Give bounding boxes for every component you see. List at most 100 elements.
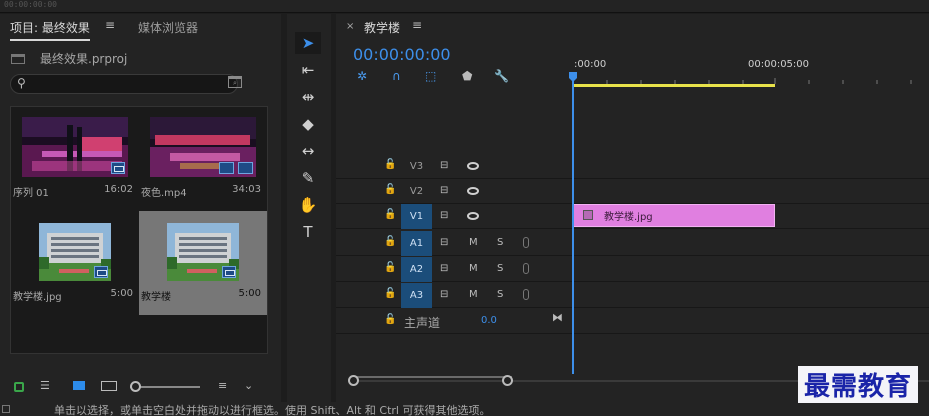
tab-media-browser[interactable]: 媒体浏览器 — [138, 19, 198, 36]
media-item-night-mp4[interactable]: 夜色.mp4 34:03 — [139, 107, 267, 211]
icon-view-icon[interactable] — [73, 381, 85, 390]
nest-icon[interactable]: ✲ — [357, 69, 367, 83]
eye-icon[interactable] — [467, 162, 479, 170]
hand-tool-icon[interactable]: ✋ — [295, 194, 321, 216]
lock-icon[interactable]: 🔓 — [384, 288, 396, 300]
eye-icon[interactable] — [467, 212, 479, 220]
track-header: 🔓 A3 ⊟ M S — [336, 283, 572, 308]
source-timecode: 00:00:00:00 — [4, 0, 57, 9]
master-volume-value[interactable]: 0.0 — [481, 315, 497, 326]
list-view-icon[interactable]: ☰ — [40, 379, 50, 392]
thumbnail — [167, 223, 239, 281]
wrench-icon[interactable]: 🔧 — [494, 69, 509, 83]
media-item-name: 教学楼.jpg — [13, 292, 62, 303]
folder-icon — [11, 54, 25, 64]
close-icon[interactable]: × — [346, 21, 354, 32]
mute-button[interactable]: M — [469, 237, 478, 248]
linked-selection-icon[interactable]: ⬚ — [425, 69, 436, 83]
freeform-view-icon[interactable] — [101, 381, 117, 391]
microphone-icon[interactable] — [523, 237, 529, 248]
find-icon[interactable]: ⌕ — [228, 76, 242, 88]
track-label-v3[interactable]: V3 — [401, 154, 432, 179]
work-area-bar[interactable] — [573, 84, 775, 87]
media-item-duration: 16:02 — [104, 184, 133, 195]
track-row-a3: 🔓 A3 ⊟ M S — [336, 283, 929, 308]
media-item-duration: 5:00 — [110, 288, 133, 299]
solo-button[interactable]: S — [497, 237, 503, 248]
slip-tool-icon[interactable]: ↔ — [295, 140, 321, 162]
razor-tool-icon[interactable]: ◆ — [295, 113, 321, 135]
track-row-a1: 🔓 A1 ⊟ M S — [336, 231, 929, 256]
sort-icon[interactable]: ≡ — [218, 379, 227, 392]
lock-icon[interactable]: 🔓 — [384, 314, 396, 326]
type-tool-icon[interactable]: T — [295, 221, 321, 243]
lock-icon[interactable]: 🔓 — [384, 184, 396, 196]
tools-panel: ➤ ⇤ ⇹ ◆ ↔ ✎ ✋ T — [287, 14, 331, 402]
watermark-logo: 最需教育 — [798, 366, 919, 403]
eye-icon[interactable] — [467, 187, 479, 195]
track-label-v2[interactable]: V2 — [401, 179, 432, 204]
scroll-end-handle[interactable] — [502, 375, 513, 386]
mute-button[interactable]: M — [469, 263, 478, 274]
playhead-line[interactable] — [572, 72, 574, 374]
lock-icon[interactable]: 🔓 — [384, 209, 396, 221]
scroll-start-handle[interactable] — [348, 375, 359, 386]
track-header: 🔓 A2 ⊟ M S — [336, 257, 572, 282]
zoom-slider-handle[interactable] — [130, 381, 141, 392]
sync-lock-icon[interactable]: ⊟ — [440, 160, 448, 171]
chevron-down-icon[interactable]: ⌄ — [244, 379, 253, 392]
microphone-icon[interactable] — [523, 263, 529, 274]
sync-lock-icon[interactable]: ⊟ — [440, 185, 448, 196]
media-item-name: 夜色.mp4 — [141, 188, 187, 199]
search-input[interactable]: ⚲ — [10, 74, 238, 94]
marker-icon[interactable]: ⬟ — [462, 69, 472, 83]
selection-tool-icon[interactable]: ➤ — [295, 32, 321, 54]
track-label-v1[interactable]: V1 — [401, 204, 432, 229]
tab-project[interactable]: 项目: 最终效果 — [10, 19, 90, 41]
fx-badge-icon — [583, 210, 593, 220]
track-row-v3: 🔓 V3 ⊟ — [336, 154, 929, 179]
solo-button[interactable]: S — [497, 263, 503, 274]
lock-icon[interactable]: 🔓 — [384, 236, 396, 248]
panel-menu-icon[interactable]: ≡ — [105, 18, 115, 32]
track-row-master: 🔓 主声道 0.0 ⧓ — [336, 309, 929, 334]
track-row-a2: 🔓 A2 ⊟ M S — [336, 257, 929, 282]
scrollbar-thumb[interactable] — [352, 376, 512, 386]
media-item-building-jpg[interactable]: 教学楼.jpg 5:00 — [11, 211, 139, 315]
lock-icon[interactable] — [14, 382, 24, 392]
sync-lock-icon[interactable]: ⊟ — [440, 210, 448, 221]
project-panel: 项目: 最终效果 ≡ 媒体浏览器 最终效果.prproj ⚲ ⌕ 序列 01 1… — [0, 14, 281, 402]
track-row-v2: 🔓 V2 ⊟ — [336, 179, 929, 204]
timeline-panel: × 教学楼 ≡ 00:00:00:00 ✲ ∩ ⬚ ⬟ 🔧 :00:00 00:… — [336, 14, 929, 402]
ripple-edit-tool-icon[interactable]: ⇹ — [295, 86, 321, 108]
pen-tool-icon[interactable]: ✎ — [295, 167, 321, 189]
track-header: 🔓 主声道 0.0 ⧓ — [336, 309, 572, 334]
track-label-a2[interactable]: A2 — [401, 257, 432, 282]
timeline-clip[interactable]: 教学楼.jpg — [573, 204, 775, 227]
playhead-timecode[interactable]: 00:00:00:00 — [353, 45, 451, 64]
clip-name: 教学楼.jpg — [604, 212, 653, 223]
mute-button[interactable]: M — [469, 289, 478, 300]
sync-lock-icon[interactable]: ⊟ — [440, 237, 448, 248]
project-file-name: 最终效果.prproj — [40, 52, 128, 66]
solo-button[interactable]: S — [497, 289, 503, 300]
tab-sequence[interactable]: 教学楼 — [364, 19, 400, 36]
microphone-icon[interactable] — [523, 289, 529, 300]
panel-menu-icon[interactable]: ≡ — [412, 18, 422, 32]
lock-icon[interactable]: 🔓 — [384, 159, 396, 171]
track-label-a1[interactable]: A1 — [401, 231, 432, 256]
lock-icon[interactable]: 🔓 — [384, 262, 396, 274]
media-item-name: 序列 01 — [13, 188, 49, 199]
track-select-tool-icon[interactable]: ⇤ — [295, 59, 321, 81]
media-item-duration: 5:00 — [238, 288, 261, 299]
snap-icon[interactable]: ∩ — [392, 69, 401, 83]
go-to-end-icon[interactable]: ⧓ — [552, 311, 563, 324]
media-item-duration: 34:03 — [232, 184, 261, 195]
media-item-sequence-01[interactable]: 序列 01 16:02 — [11, 107, 139, 211]
media-item-building-sequence[interactable]: 教学楼 5:00 — [139, 211, 267, 315]
sync-lock-icon[interactable]: ⊟ — [440, 263, 448, 274]
search-icon: ⚲ — [17, 76, 26, 90]
track-header: 🔓 V2 ⊟ — [336, 179, 572, 204]
track-label-a3[interactable]: A3 — [401, 283, 432, 308]
sync-lock-icon[interactable]: ⊟ — [440, 289, 448, 300]
